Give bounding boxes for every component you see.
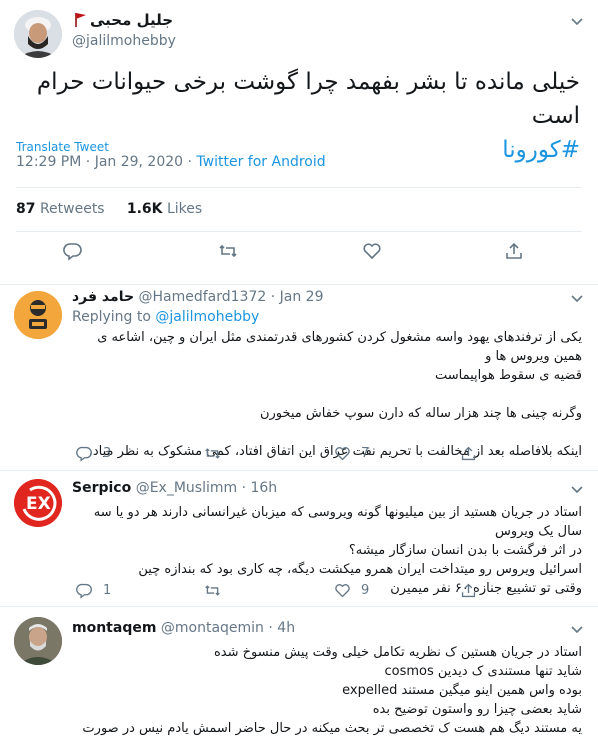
reply-line: یکی از ترفندهای یهود واسه مشغول کردن کشو… — [97, 330, 582, 364]
avatar[interactable] — [14, 291, 62, 339]
avatar[interactable] — [14, 617, 62, 665]
retweet-button[interactable] — [218, 241, 238, 261]
avatar[interactable]: EX — [14, 479, 62, 527]
reply-line: شاید تنها مستندی ک دیدین cosmos — [384, 664, 582, 679]
reply-date[interactable]: 16h — [250, 480, 277, 496]
reply-line: یه مستند دیگ هم هست ک تخصصی تر بحث میکنه… — [82, 721, 582, 736]
reply-text: استاد در جریان هستین ک نظریه تکامل خیلی … — [72, 643, 582, 736]
like-button[interactable]: 7 — [334, 445, 369, 462]
chevron-down-icon[interactable] — [570, 17, 584, 27]
divider — [16, 231, 582, 232]
tweet-date[interactable]: Jan 29, 2020 — [95, 154, 183, 170]
reply-icon — [76, 446, 92, 462]
reply-header: حامد فرد @Hamedfard1372 · Jan 29 — [72, 289, 324, 305]
chevron-down-icon[interactable] — [570, 485, 584, 495]
svg-text:EX: EX — [26, 494, 51, 514]
reply-tweet[interactable]: montaqem @montaqemin · 4h استاد در جریان… — [0, 607, 598, 736]
reply-header: montaqem @montaqemin · 4h — [72, 620, 296, 636]
likes-label[interactable]: Likes — [167, 201, 202, 217]
tweet-time[interactable]: 12:29 PM — [16, 154, 81, 170]
display-name[interactable]: Serpico — [72, 480, 131, 496]
replying-to-link[interactable]: @jalilmohebby — [155, 309, 259, 325]
tweet-stats: 87 Retweets 1.6K Likes — [16, 201, 202, 217]
display-name[interactable]: جلیل محبی — [90, 11, 173, 29]
like-button[interactable] — [362, 241, 382, 261]
tweet-source[interactable]: Twitter for Android — [196, 154, 325, 170]
translate-tweet-link[interactable]: Translate Tweet — [16, 140, 109, 154]
like-count: 9 — [361, 583, 370, 598]
like-button[interactable]: 9 — [334, 582, 369, 599]
like-icon — [335, 447, 350, 461]
retweet-button[interactable] — [204, 445, 231, 462]
reply-date[interactable]: Jan 29 — [280, 289, 324, 305]
retweet-icon — [219, 244, 237, 258]
reply-line — [72, 423, 582, 442]
like-icon — [363, 243, 381, 260]
reply-tweet[interactable]: حامد فرد @Hamedfard1372 · Jan 29 Replyin… — [0, 285, 598, 471]
display-name[interactable]: montaqem — [72, 620, 156, 636]
main-tweet: جلیل محبی @jalilmohebby خیلی مانده تا بش… — [0, 0, 598, 285]
reply-text: یکی از ترفندهای یهود واسه مشغول کردن کشو… — [72, 328, 582, 461]
share-icon — [461, 583, 476, 598]
handle[interactable]: @Hamedfard1372 — [139, 289, 267, 305]
reply-actions: 3 7 — [72, 445, 476, 465]
share-button[interactable] — [460, 582, 477, 599]
reply-button[interactable]: 3 — [76, 445, 111, 462]
tweet-meta: 12:29 PM · Jan 29, 2020 · Twitter for An… — [16, 154, 326, 170]
avatar[interactable] — [14, 10, 62, 58]
reply-line: وگرنه چینی ها چند هزار ساله که دارن سوپ … — [259, 406, 582, 421]
like-icon — [335, 584, 350, 598]
handle[interactable]: @Ex_Muslimm — [136, 480, 237, 496]
retweet-icon — [205, 585, 220, 596]
reply-button[interactable]: 1 — [76, 582, 111, 599]
handle[interactable]: @jalilmohebby — [72, 33, 176, 49]
retweets-label[interactable]: Retweets — [40, 201, 105, 217]
share-button[interactable] — [460, 445, 477, 462]
handle[interactable]: @montaqemin — [161, 620, 264, 636]
replying-to: Replying to @jalilmohebby — [72, 309, 259, 325]
reply-actions: 1 9 — [72, 582, 476, 602]
reply-icon — [63, 243, 82, 261]
reply-tweet[interactable]: EX Serpico @Ex_Muslimm · 16h استاد در جر… — [0, 471, 598, 607]
chevron-down-icon[interactable] — [570, 625, 584, 635]
reply-icon — [76, 583, 92, 599]
retweets-count[interactable]: 87 — [16, 201, 35, 217]
reply-date[interactable]: 4h — [277, 620, 295, 636]
reply-count: 1 — [103, 583, 112, 598]
share-icon — [461, 446, 476, 461]
reply-line: استاد در جریان هستین ک نظریه تکامل خیلی … — [213, 645, 582, 660]
chevron-down-icon[interactable] — [570, 294, 584, 304]
reply-button[interactable] — [63, 241, 83, 261]
reply-line: اسرائیل ویروس رو میتداخت ایران همرو میکش… — [138, 562, 582, 577]
likes-count[interactable]: 1.6K — [127, 201, 163, 217]
reply-line: قضیه ی سقوط هواپیماست — [434, 368, 582, 383]
replying-prefix: Replying to — [72, 309, 151, 325]
reply-count: 3 — [103, 446, 112, 461]
display-name[interactable]: حامد فرد — [72, 289, 134, 305]
reply-line: بوده واس همین اینو میگین مستند expelled — [342, 683, 582, 698]
reply-line: در اثر فرگشت با بدن انسان سازگار میشه؟ — [348, 543, 582, 558]
share-button[interactable] — [504, 241, 524, 261]
divider — [16, 187, 582, 188]
share-icon — [506, 242, 522, 259]
retweet-button[interactable] — [204, 582, 231, 599]
reply-line: استاد در جریان هستید از بین میلیونها گون… — [93, 505, 582, 539]
flag-icon — [75, 13, 86, 27]
like-count: 7 — [361, 446, 370, 461]
reply-header: Serpico @Ex_Muslimm · 16h — [72, 480, 278, 496]
reply-line: شاید بعضی چیزا رو واستون توضیح بده — [372, 702, 582, 717]
retweet-icon — [205, 448, 220, 459]
tweet-actions — [0, 241, 598, 271]
tweet-body: خیلی مانده تا بشر بفهمد چرا گوشت برخی حی… — [36, 69, 580, 129]
reply-line — [72, 385, 582, 404]
